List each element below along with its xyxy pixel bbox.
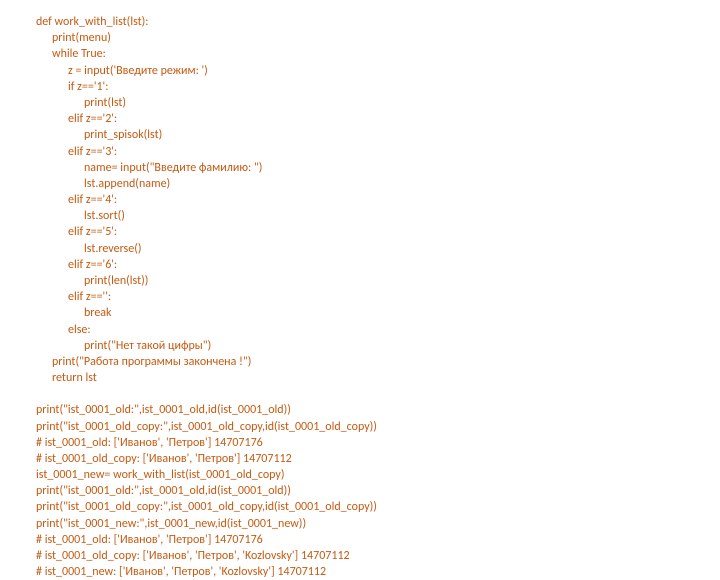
code-line: # ist_0001_new: ['Иванов', 'Петров', 'Ko… (36, 564, 684, 580)
code-line: while True: (36, 46, 684, 62)
code-line: z = input('Введите режим: ') (36, 63, 684, 79)
code-line: elif z=='3': (36, 144, 684, 160)
code-line: # ist_0001_old_copy: ['Иванов', 'Петров'… (36, 451, 684, 467)
code-block: def work_with_list(lst):print(menu)while… (36, 14, 684, 580)
blank-line (36, 386, 684, 402)
code-line: ist_0001_new= work_with_list(ist_0001_ol… (36, 467, 684, 483)
code-line: else: (36, 322, 684, 338)
code-line: # ist_0001_old_copy: ['Иванов', 'Петров'… (36, 548, 684, 564)
code-line: def work_with_list(lst): (36, 14, 684, 30)
code-line: print(lst) (36, 95, 684, 111)
code-line: print("ist_0001_old_copy:",ist_0001_old_… (36, 499, 684, 515)
code-line: lst.reverse() (36, 241, 684, 257)
code-line: return lst (36, 370, 684, 386)
code-line: break (36, 305, 684, 321)
code-line: print(menu) (36, 30, 684, 46)
code-line: lst.sort() (36, 208, 684, 224)
code-line: print(len(lst)) (36, 273, 684, 289)
code-line: elif z=='': (36, 289, 684, 305)
code-line: print("Работа программы закончена !") (36, 354, 684, 370)
code-line: elif z=='6': (36, 257, 684, 273)
code-line: elif z=='5': (36, 224, 684, 240)
code-line: name= input("Введите фамилию: ") (36, 160, 684, 176)
code-line: elif z=='4': (36, 192, 684, 208)
code-line: print("ist_0001_new:",ist_0001_new,id(is… (36, 516, 684, 532)
code-line: if z=='1': (36, 79, 684, 95)
code-line: print_spisok(lst) (36, 127, 684, 143)
code-line: print("ist_0001_old_copy:",ist_0001_old_… (36, 419, 684, 435)
code-line: lst.append(name) (36, 176, 684, 192)
code-line: print("ist_0001_old:",ist_0001_old,id(is… (36, 483, 684, 499)
code-line: print("Нет такой цифры") (36, 338, 684, 354)
code-line: print("ist_0001_old:",ist_0001_old,id(is… (36, 402, 684, 418)
code-line: # ist_0001_old: ['Иванов', 'Петров'] 147… (36, 435, 684, 451)
code-line: elif z=='2': (36, 111, 684, 127)
